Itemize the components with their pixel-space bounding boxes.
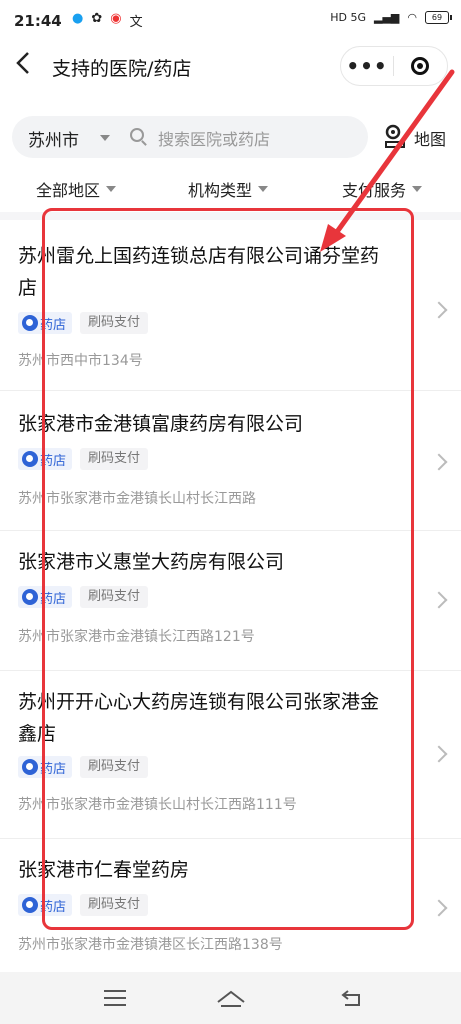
network-indicator: HD 5G xyxy=(330,11,366,24)
compass-icon xyxy=(22,759,38,775)
compass-icon xyxy=(22,897,38,913)
payment-tag: 刷码支付 xyxy=(80,448,149,470)
pharmacy-tag: 药店 xyxy=(18,448,73,470)
pharmacy-tag: 药店 xyxy=(18,586,73,608)
battery-icon: 69 xyxy=(425,11,452,24)
chevron-right-icon xyxy=(430,453,448,471)
caret-down-icon xyxy=(100,135,110,141)
notification-icon-1: ● xyxy=(72,11,84,26)
search-box: 苏州市 搜索医院或药店 xyxy=(12,116,368,158)
pharmacy-address: 苏州市张家港市金港镇长山村长江西路 xyxy=(18,491,256,507)
list-item[interactable]: 苏州雷允上国药连锁总店有限公司诵芬堂药店 药店 刷码支付 苏州市西中市134号 xyxy=(0,220,461,391)
pharmacy-name: 张家港市义惠堂大药房有限公司 xyxy=(18,551,285,573)
nav-bar: 支持的医院/药店 ••• xyxy=(0,44,461,88)
wifi-icon: ◠ xyxy=(407,11,417,24)
pharmacy-address: 苏州市西中市134号 xyxy=(18,353,143,369)
caret-down-icon xyxy=(106,186,117,192)
back-button[interactable] xyxy=(14,50,38,80)
system-nav-bar xyxy=(0,972,461,1024)
city-selector[interactable]: 苏州市 xyxy=(28,126,79,151)
pharmacy-name: 张家港市金港镇富康药房有限公司 xyxy=(18,413,304,435)
pharmacy-tag: 药店 xyxy=(18,894,73,916)
page-title: 支持的医院/药店 xyxy=(52,58,192,80)
caret-down-icon xyxy=(412,186,423,192)
chevron-right-icon xyxy=(430,301,448,319)
miniapp-capsule: ••• xyxy=(340,46,448,86)
notification-icon-2: ✿ xyxy=(91,11,103,26)
more-button[interactable]: ••• xyxy=(341,54,393,78)
pharmacy-tag-label: 药店 xyxy=(40,453,67,469)
search-row: 苏州市 搜索医院或药店 地图 xyxy=(0,112,461,162)
pharmacy-name: 张家港市仁春堂药房 xyxy=(18,859,190,881)
pharmacy-tag-label: 药店 xyxy=(40,591,67,607)
caret-down-icon xyxy=(258,186,269,192)
notification-icon-4: 文 xyxy=(129,15,143,30)
filter-institution-type[interactable]: 机构类型 xyxy=(188,177,269,201)
tag-group: 药店 刷码支付 xyxy=(18,756,149,778)
list-item[interactable]: 张家港市金港镇富康药房有限公司 药店 刷码支付 苏州市张家港市金港镇长山村长江西… xyxy=(0,390,461,531)
pharmacy-address: 苏州市张家港市金港镇港区长江西路138号 xyxy=(18,937,283,953)
tag-group: 药店 刷码支付 xyxy=(18,894,149,916)
tag-group: 药店 刷码支付 xyxy=(18,448,149,470)
payment-tag: 刷码支付 xyxy=(80,894,149,916)
filter-bar: 全部地区 机构类型 支付服务 xyxy=(0,172,461,204)
status-right: HD 5G ▂▄▆ ◠ 69 xyxy=(330,11,452,24)
map-pin-icon xyxy=(385,124,405,148)
filter-region[interactable]: 全部地区 xyxy=(36,177,117,201)
pharmacy-tag-label: 药店 xyxy=(40,761,67,777)
chevron-right-icon xyxy=(430,591,448,609)
back-icon[interactable] xyxy=(340,988,364,1008)
notification-icons: ● ✿ ◉ 文 xyxy=(72,11,143,30)
close-miniapp-button[interactable] xyxy=(394,57,446,75)
chevron-right-icon xyxy=(430,745,448,763)
target-icon xyxy=(411,57,429,75)
filter-institution-type-label: 机构类型 xyxy=(188,181,253,200)
pharmacy-address: 苏州市张家港市金港镇长山村长江西路111号 xyxy=(18,797,297,813)
chevron-left-icon xyxy=(16,52,29,74)
list-item[interactable]: 苏州开开心心大药房连锁有限公司张家港金鑫店 药店 刷码支付 苏州市张家港市金港镇… xyxy=(0,670,461,839)
pharmacy-name: 苏州开开心心大药房连锁有限公司张家港金鑫店 xyxy=(18,691,380,745)
list-item[interactable]: 张家港市义惠堂大药房有限公司 药店 刷码支付 苏州市张家港市金港镇长江西路121… xyxy=(0,530,461,671)
tag-group: 药店 刷码支付 xyxy=(18,312,149,334)
payment-tag: 刷码支付 xyxy=(80,586,149,608)
filter-payment-service[interactable]: 支付服务 xyxy=(342,177,423,201)
notification-icon-3: ◉ xyxy=(110,11,122,26)
pharmacy-tag: 药店 xyxy=(18,756,73,778)
home-icon[interactable] xyxy=(216,988,246,1008)
search-input[interactable]: 搜索医院或药店 xyxy=(158,126,270,150)
status-time: 21:44 xyxy=(14,12,62,30)
pharmacy-tag-label: 药店 xyxy=(40,899,67,915)
compass-icon xyxy=(22,451,38,467)
chevron-right-icon xyxy=(430,899,448,917)
pharmacy-name: 苏州雷允上国药连锁总店有限公司诵芬堂药店 xyxy=(18,245,380,299)
pharmacy-tag-label: 药店 xyxy=(40,317,67,333)
pharmacy-address: 苏州市张家港市金港镇长江西路121号 xyxy=(18,629,255,645)
payment-tag: 刷码支付 xyxy=(80,756,149,778)
map-button[interactable]: 地图 xyxy=(384,122,454,152)
search-icon xyxy=(130,128,144,142)
map-label: 地图 xyxy=(414,130,447,149)
compass-icon xyxy=(22,315,38,331)
status-bar: 21:44 ● ✿ ◉ 文 HD 5G ▂▄▆ ◠ 69 xyxy=(0,0,461,40)
menu-icon[interactable] xyxy=(104,990,126,1011)
tag-group: 药店 刷码支付 xyxy=(18,586,149,608)
list-item[interactable]: 张家港市仁春堂药房 药店 刷码支付 苏州市张家港市金港镇港区长江西路138号 xyxy=(0,838,461,968)
signal-icon: ▂▄▆ xyxy=(374,11,400,24)
compass-icon xyxy=(22,589,38,605)
section-divider xyxy=(0,212,461,220)
payment-tag: 刷码支付 xyxy=(80,312,149,334)
filter-region-label: 全部地区 xyxy=(36,181,101,200)
filter-payment-service-label: 支付服务 xyxy=(342,181,407,200)
pharmacy-tag: 药店 xyxy=(18,312,73,334)
